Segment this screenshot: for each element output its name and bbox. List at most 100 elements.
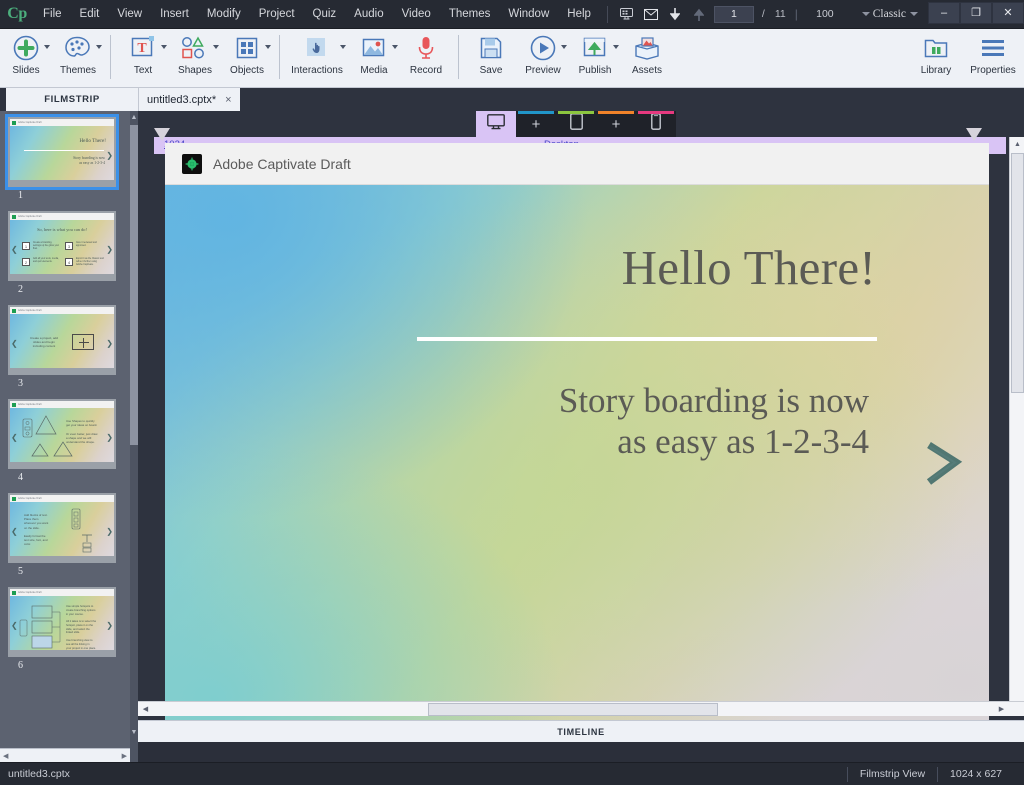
properties-button[interactable]: Properties [962,29,1024,87]
thumbnail-title: Adobe Captivate Draft [18,497,42,500]
mobile-breakpoint-button[interactable] [636,111,676,137]
interactions-button[interactable]: Interactions [286,29,348,87]
upload-icon[interactable] [687,0,711,29]
menu-edit[interactable]: Edit [71,0,109,29]
menu-modify[interactable]: Modify [198,0,250,29]
list-item[interactable]: Adobe Captivate Draft [8,399,120,483]
scroll-left-icon[interactable]: ◀ [138,702,153,717]
filmstrip-tab[interactable]: FILMSTRIP [6,88,138,111]
filmstrip-panel[interactable]: Adobe Captivate Draft Hello There! Story… [0,111,138,762]
list-item[interactable]: Adobe Captivate Draft Create a project, … [8,305,120,389]
menu-view[interactable]: View [108,0,151,29]
save-button[interactable]: Save [465,29,517,87]
slide-thumbnail[interactable]: Adobe Captivate Draft Use si [8,587,116,657]
scroll-up-icon[interactable]: ▲ [130,113,138,123]
maximize-button[interactable]: ❐ [960,2,992,24]
menu-themes[interactable]: Themes [440,0,500,29]
list-item[interactable]: Adobe Captivate Draft So, here is what y… [8,211,120,295]
preview-dropdown-icon[interactable] [561,45,567,49]
next-chevron-icon[interactable] [915,435,971,491]
menu-audio[interactable]: Audio [345,0,392,29]
slide-thumbnail[interactable]: Adobe Captivate Draft [8,399,116,469]
shapes-button[interactable]: Shapes [169,29,221,87]
slide-canvas[interactable]: Adobe Captivate Draft Hello There! Story… [165,143,989,726]
scroll-right-icon[interactable]: ▶ [994,702,1009,717]
slide-number: 3 [18,378,120,389]
close-button[interactable]: ✕ [992,2,1024,24]
slide-subheading[interactable]: Story boarding is now as easy as 1-2-3-4 [165,380,869,463]
thumbnail-browser-bar: Adobe Captivate Draft [10,589,114,596]
scroll-up-icon[interactable]: ▲ [1010,137,1024,152]
app-badge-icon [12,403,16,407]
list-item[interactable]: Adobe Captivate Draft Add blocks of text… [8,493,120,577]
menu-video[interactable]: Video [393,0,440,29]
filmstrip-horizontal-scrollbar[interactable]: ◀ ▶ [0,748,130,762]
slide-thumbnail[interactable]: Adobe Captivate Draft Create a project, … [8,305,116,375]
add-breakpoint-button-2[interactable]: + [596,111,636,137]
list-item[interactable]: Adobe Captivate Draft Use si [8,587,120,671]
assets-button[interactable]: Assets [621,29,673,87]
download-icon[interactable] [663,0,687,29]
tablet-breakpoint-button[interactable] [556,111,596,137]
publish-dropdown-icon[interactable] [613,45,619,49]
text-dropdown-icon[interactable] [161,45,167,49]
slide-thumbnail[interactable]: Adobe Captivate Draft So, here is what y… [8,211,116,281]
publish-button[interactable]: Publish [569,29,621,87]
slide-heading[interactable]: Hello There! [165,239,876,296]
text-button[interactable]: T Text [117,29,169,87]
themes-dropdown-icon[interactable] [96,45,102,49]
slides-button[interactable]: Slides [0,29,52,87]
themes-button[interactable]: Themes [52,29,104,87]
workspace-selector-label[interactable]: Classic [873,8,910,20]
workspace-dropdown-icon[interactable] [910,12,918,16]
list-item[interactable]: Adobe Captivate Draft Hello There! Story… [8,117,120,201]
app-logo[interactable]: Cp [0,0,34,29]
canvas-horizontal-scrollbar[interactable]: ◀ ▶ [138,701,1024,716]
close-icon[interactable]: × [225,94,231,106]
minimize-button[interactable]: – [928,2,960,24]
slides-dropdown-icon[interactable] [44,45,50,49]
scrollbar-thumb[interactable] [130,125,138,445]
slide-number: 2 [18,284,120,295]
desktop-breakpoint-button[interactable] [476,111,516,137]
timeline-panel-header[interactable]: TIMELINE [138,720,1024,742]
shapes-dropdown-icon[interactable] [213,45,219,49]
scroll-left-icon[interactable]: ◀ [3,752,8,760]
canvas-vertical-scrollbar[interactable]: ▲ ▼ [1009,137,1024,714]
themes-label: Themes [60,65,96,76]
filmstrip-vertical-scrollbar[interactable]: ▲ ▼ [130,111,138,762]
media-dropdown-icon[interactable] [392,45,398,49]
menu-insert[interactable]: Insert [151,0,198,29]
slide-thumbnail[interactable]: Adobe Captivate Draft Hello There! Story… [8,117,116,187]
breakpoint-handle-right[interactable] [966,128,982,142]
record-button[interactable]: Record [400,29,452,87]
document-tab[interactable]: untitled3.cptx* × [138,88,240,111]
scrollbar-thumb[interactable] [428,703,718,716]
slide-content[interactable]: Hello There! Story boarding is now as ea… [165,185,989,726]
scroll-right-icon[interactable]: ▶ [122,752,127,760]
menu-window[interactable]: Window [499,0,558,29]
slide-thumbnail[interactable]: Adobe Captivate Draft Add blocks of text… [8,493,116,563]
menu-help[interactable]: Help [558,0,600,29]
zoom-level-input[interactable]: 100 [802,8,848,20]
microphone-icon [415,33,437,63]
media-button[interactable]: Media [348,29,400,87]
menu-file[interactable]: File [34,0,71,29]
zoom-dropdown-icon[interactable] [862,12,870,16]
mail-icon[interactable] [639,0,663,29]
preview-button[interactable]: Preview [517,29,569,87]
library-button[interactable]: Library [910,29,962,87]
thumb-step-text: Add all your texts, media, and quiz elem… [33,258,60,264]
objects-button[interactable]: Objects [221,29,273,87]
scroll-down-icon[interactable]: ▼ [130,728,138,738]
publish-upload-icon [582,33,608,63]
breakpoint-handle-left[interactable] [154,128,170,142]
add-breakpoint-button-1[interactable]: + [516,111,556,137]
scrollbar-thumb[interactable] [1011,153,1024,393]
objects-dropdown-icon[interactable] [265,45,271,49]
screen-icon[interactable] [615,0,639,29]
menu-quiz[interactable]: Quiz [304,0,346,29]
menu-project[interactable]: Project [250,0,304,29]
current-page-input[interactable]: 1 [714,6,754,23]
interactions-dropdown-icon[interactable] [340,45,346,49]
